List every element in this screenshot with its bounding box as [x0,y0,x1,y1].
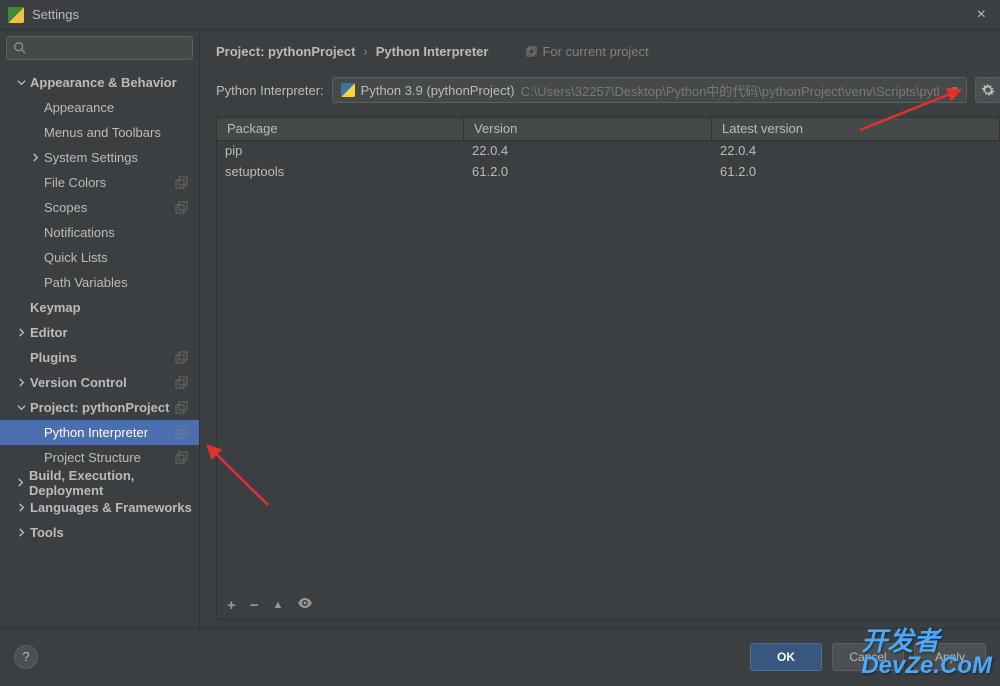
sidebar-item-build-execution-deployment[interactable]: Build, Execution, Deployment [0,470,199,495]
interpreter-name: Python 3.9 (pythonProject) [361,83,515,98]
sidebar-item-label: Notifications [44,225,115,240]
sidebar-item-label: Appearance & Behavior [30,75,177,90]
sidebar-item-python-interpreter[interactable]: Python Interpreter [0,420,199,445]
content-panel: Project: pythonProject › Python Interpre… [200,30,1000,628]
sidebar-item-version-control[interactable]: Version Control [0,370,199,395]
sidebar-item-label: Tools [30,525,64,540]
cell-latest: 61.2.0 [712,162,1000,183]
package-table-header: Package Version Latest version [217,118,1000,141]
sidebar-item-scopes[interactable]: Scopes [0,195,199,220]
python-icon [341,83,355,97]
cancel-button[interactable]: Cancel [832,643,904,671]
bottom-bar: ? OK Cancel Apply [0,628,1000,684]
remove-package-button[interactable]: − [250,597,259,614]
cell-version: 22.0.4 [464,141,712,162]
add-package-button[interactable]: + [227,597,236,614]
sidebar-item-label: Python Interpreter [44,425,148,440]
sidebar-item-menus-and-toolbars[interactable]: Menus and Toolbars [0,120,199,145]
eye-icon [297,595,313,611]
chevron-down-icon: ▾ [951,82,958,98]
sidebar-item-label: Quick Lists [44,250,108,265]
chevron-icon [28,153,42,162]
sidebar-item-label: Editor [30,325,68,340]
sidebar-item-label: Appearance [44,100,114,115]
sidebar-item-label: Project: pythonProject [30,400,169,415]
sidebar-item-label: Path Variables [44,275,128,290]
breadcrumb-page: Python Interpreter [376,44,489,59]
cell-version: 61.2.0 [464,162,712,183]
sidebar-item-label: Keymap [30,300,81,315]
interpreter-dropdown[interactable]: Python 3.9 (pythonProject) C:\Users\3225… [332,77,967,103]
sidebar-item-path-variables[interactable]: Path Variables [0,270,199,295]
sidebar-item-tools[interactable]: Tools [0,520,199,545]
search-box[interactable] [6,36,193,60]
chevron-icon [14,503,28,512]
col-latest[interactable]: Latest version [712,118,1000,140]
package-table: Package Version Latest version pip22.0.4… [216,117,1000,620]
col-version[interactable]: Version [464,118,712,140]
sidebar-item-project-structure[interactable]: Project Structure [0,445,199,470]
sidebar-item-label: File Colors [44,175,106,190]
sidebar-item-label: Languages & Frameworks [30,500,192,515]
sidebar-item-appearance-behavior[interactable]: Appearance & Behavior [0,70,199,95]
cell-package: setuptools [217,162,464,183]
search-wrap [0,30,199,66]
table-row[interactable]: pip22.0.422.0.4 [217,141,1000,162]
stack-icon [526,46,538,58]
close-icon[interactable]: × [971,6,992,24]
chevron-icon [14,528,28,537]
chevron-icon [14,378,28,387]
sidebar-item-keymap[interactable]: Keymap [0,295,199,320]
badge-text: For current project [542,44,648,59]
cell-latest: 22.0.4 [712,141,1000,162]
sidebar-item-quick-lists[interactable]: Quick Lists [0,245,199,270]
cell-package: pip [217,141,464,162]
breadcrumb-sep: › [363,44,367,59]
upgrade-package-button[interactable]: ▲ [273,599,284,611]
sidebar-item-label: Menus and Toolbars [44,125,161,140]
main-area: Appearance & Behavior Appearance Menus and… [0,30,1000,628]
table-row[interactable]: setuptools61.2.061.2.0 [217,162,1000,183]
sidebar-item-appearance[interactable]: Appearance [0,95,199,120]
sidebar-item-label: System Settings [44,150,138,165]
show-early-releases-button[interactable] [297,595,313,615]
titlebar: Settings × [0,0,1000,30]
sidebar: Appearance & Behavior Appearance Menus and… [0,30,200,628]
sidebar-item-label: Project Structure [44,450,141,465]
sidebar-item-notifications[interactable]: Notifications [0,220,199,245]
sidebar-item-editor[interactable]: Editor [0,320,199,345]
help-button[interactable]: ? [14,645,38,669]
search-icon [13,41,27,55]
sidebar-item-languages-frameworks[interactable]: Languages & Frameworks [0,495,199,520]
package-toolbar: + − ▲ [217,591,1000,619]
chevron-icon [14,78,28,87]
sidebar-item-label: Version Control [30,375,127,390]
breadcrumb: Project: pythonProject › Python Interpre… [216,44,1000,59]
sidebar-item-label: Build, Execution, Deployment [29,468,199,498]
chevron-icon [14,328,28,337]
interpreter-label: Python Interpreter: [216,83,324,98]
app-icon [8,7,24,23]
settings-tree: Appearance & Behavior Appearance Menus and… [0,66,199,628]
col-package[interactable]: Package [217,118,464,140]
sidebar-item-plugins[interactable]: Plugins [0,345,199,370]
sidebar-item-file-colors[interactable]: File Colors [0,170,199,195]
window-title: Settings [32,7,971,22]
chevron-icon [14,478,27,487]
breadcrumb-project[interactable]: Project: pythonProject [216,44,355,59]
interpreter-path: C:\Users\32257\Desktop\Python中的代码\python… [521,81,940,100]
interpreter-settings-button[interactable] [975,77,1000,103]
package-table-body: pip22.0.422.0.4setuptools61.2.061.2.0 [217,141,1000,591]
interpreter-row: Python Interpreter: Python 3.9 (pythonPr… [216,77,1000,103]
gear-icon [981,83,995,97]
ok-button[interactable]: OK [750,643,822,671]
for-current-project-badge: For current project [526,44,648,59]
search-input[interactable] [31,41,186,55]
chevron-icon [14,403,28,412]
apply-button[interactable]: Apply [914,643,986,671]
sidebar-item-project-pythonproject[interactable]: Project: pythonProject [0,395,199,420]
sidebar-item-label: Scopes [44,200,87,215]
sidebar-item-system-settings[interactable]: System Settings [0,145,199,170]
sidebar-item-label: Plugins [30,350,77,365]
